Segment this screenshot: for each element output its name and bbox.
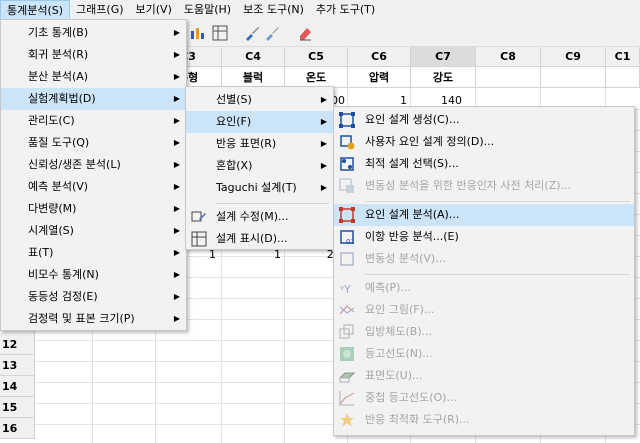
row-header-13[interactable]: 13	[0, 355, 35, 376]
menu-item-screening[interactable]: 선별(S) ▶	[186, 89, 333, 111]
cube-plot-icon	[339, 324, 354, 339]
factorial-plots-icon	[339, 305, 355, 315]
menu-item-nonparametrics[interactable]: 비모수 통계(N) ▶	[1, 264, 186, 286]
menu-additional-tools[interactable]: 추가 도구(T)	[310, 0, 381, 20]
display-design-icon	[191, 231, 207, 247]
menu-item-surface-plot[interactable]: 표면도(U)...	[334, 365, 634, 387]
response-optimizer-icon	[340, 413, 354, 427]
svg-text:ᵞY: ᵞY	[340, 283, 351, 296]
menu-item-factorial-plots[interactable]: 요인 그림(F)...	[334, 299, 634, 321]
menu-item-equivalence-tests[interactable]: 동등성 검정(E) ▶	[1, 286, 186, 308]
data-columns-icon[interactable]	[190, 25, 206, 41]
column-header-c6[interactable]: C6	[348, 47, 411, 67]
menu-assistant[interactable]: 보조 도구(N)	[237, 0, 310, 20]
menu-item-taguchi[interactable]: Taguchi 설계(T) ▶	[186, 177, 333, 199]
menu-item-cube-plot[interactable]: 입방체도(B)...	[334, 321, 634, 343]
menu-item-select-optimal-design[interactable]: 최적 설계 선택(S)...	[334, 153, 634, 175]
menu-item-control-charts[interactable]: 관리도(C) ▶	[1, 110, 186, 132]
create-factorial-design-icon	[339, 112, 355, 128]
select-optimal-design-icon	[340, 157, 354, 171]
menu-item-anova[interactable]: 분산 분석(A) ▶	[1, 66, 186, 88]
menu-item-mixture[interactable]: 혼합(X) ▶	[186, 155, 333, 177]
menu-item-preprocess-responses[interactable]: 변동성 분석을 위한 반응인자 사전 처리(Z)...	[334, 175, 634, 197]
column-header-c8[interactable]: C8	[476, 47, 541, 67]
row-header-15[interactable]: 15	[0, 397, 35, 418]
grid-tool-icon[interactable]	[212, 25, 228, 41]
doe-submenu: 선별(S) ▶ 요인(F) ▶ 반응 표면(R) ▶ 혼합(X) ▶ Taguchi 설…	[185, 86, 334, 250]
row-header-16[interactable]: 16	[0, 418, 35, 439]
predict-icon: ᵞY	[340, 283, 351, 296]
menu-item-analyze-variability[interactable]: 변동성 분석(V)...	[334, 248, 634, 270]
menu-help[interactable]: 도움말(H)	[178, 0, 237, 20]
menu-item-time-series[interactable]: 시계열(S) ▶	[1, 220, 186, 242]
menu-item-display-design[interactable]: 설계 표시(D)...	[186, 228, 333, 250]
contour-plot-icon	[340, 347, 354, 361]
column-header-c9[interactable]: C9	[541, 47, 606, 67]
menu-item-response-optimizer[interactable]: 반응 최적화 도구(R)...	[334, 409, 634, 431]
menu-item-factorial[interactable]: 요인(F) ▶	[186, 111, 333, 133]
menu-graph[interactable]: 그래프(G)	[70, 0, 129, 20]
menu-item-contour-plot[interactable]: 등고선도(N)...	[334, 343, 634, 365]
column-name-c9[interactable]	[541, 67, 606, 88]
menu-item-predictive-analytics[interactable]: 예측 분석(V) ▶	[1, 176, 186, 198]
row-header-12[interactable]: 12	[0, 334, 35, 355]
menu-statistics[interactable]: 통계분석(S)	[0, 0, 71, 20]
column-name-c10[interactable]	[606, 67, 640, 88]
menu-item-predict[interactable]: ᵞY 예측(P)...	[334, 277, 634, 299]
brush-icon[interactable]	[244, 25, 260, 41]
factorial-submenu: 요인 설계 생성(C)... 사용자 요인 설계 정의(D)... 최적 설계 …	[333, 106, 635, 436]
menu-item-analyze-factorial-design[interactable]: 요인 설계 분석(A)...	[334, 204, 634, 226]
menu-item-regression[interactable]: 회귀 분석(R) ▶	[1, 44, 186, 66]
define-custom-design-icon	[340, 135, 355, 150]
menu-item-doe[interactable]: 실험계획법(D) ▶	[1, 88, 186, 110]
column-header-c4[interactable]: C4	[222, 47, 285, 67]
menu-item-power-sample-size[interactable]: 검정력 및 표본 크기(P) ▶	[1, 308, 186, 330]
column-name-c4[interactable]: 블럭	[222, 67, 285, 88]
menu-bar: 통계분석(S) 그래프(G) 보기(V) 도움말(H) 보조 도구(N) 추가 …	[0, 0, 640, 20]
menu-item-reliability[interactable]: 신뢰성/생존 분석(L) ▶	[1, 154, 186, 176]
menu-item-multivariate[interactable]: 다변량(M) ▶	[1, 198, 186, 220]
menu-item-response-surface[interactable]: 반응 표면(R) ▶	[186, 133, 333, 155]
analyze-factorial-design-icon	[339, 207, 355, 223]
modify-design-icon	[191, 211, 206, 222]
svg-text:01: 01	[346, 238, 355, 245]
eraser-icon[interactable]	[297, 25, 313, 41]
row-header-14[interactable]: 14	[0, 376, 35, 397]
menu-item-overlaid-contour-plot[interactable]: 중첩 등고선도(O)...	[334, 387, 634, 409]
menu-item-create-factorial-design[interactable]: 요인 설계 생성(C)...	[334, 109, 634, 131]
menu-item-analyze-binary-response[interactable]: 01 이항 반응 분석...(E)	[334, 226, 634, 248]
column-header-c10[interactable]: C1	[606, 47, 640, 67]
analyze-variability-icon	[340, 252, 354, 266]
menu-item-basic-statistics[interactable]: 기초 통계(B) ▶	[1, 22, 186, 44]
analyze-binary-response-icon: 01	[340, 230, 355, 245]
column-name-c7[interactable]: 강도	[411, 67, 476, 88]
menu-view[interactable]: 보기(V)	[130, 0, 178, 20]
menu-item-define-custom-design[interactable]: 사용자 요인 설계 정의(D)...	[334, 131, 634, 153]
menu-item-tables[interactable]: 표(T) ▶	[1, 242, 186, 264]
separator	[365, 201, 630, 202]
menu-item-modify-design[interactable]: 설계 수정(M)...	[186, 206, 333, 228]
column-name-c5[interactable]: 온도	[285, 67, 348, 88]
column-header-c5[interactable]: C5	[285, 47, 348, 67]
column-name-c6[interactable]: 압력	[348, 67, 411, 88]
column-header-c7[interactable]: C7	[411, 47, 476, 67]
separator	[216, 203, 329, 204]
link-brush-icon[interactable]	[264, 25, 280, 41]
menu-item-quality-tools[interactable]: 품질 도구(Q) ▶	[1, 132, 186, 154]
preprocess-responses-icon	[339, 178, 354, 193]
statistics-menu: 기초 통계(B) ▶ 회귀 분석(R) ▶ 분산 분석(A) ▶ 실험계획법(D) ▶ …	[0, 19, 187, 331]
surface-plot-icon	[339, 372, 355, 383]
separator	[365, 274, 630, 275]
column-name-c8[interactable]	[476, 67, 541, 88]
overlaid-contour-plot-icon	[339, 391, 355, 406]
